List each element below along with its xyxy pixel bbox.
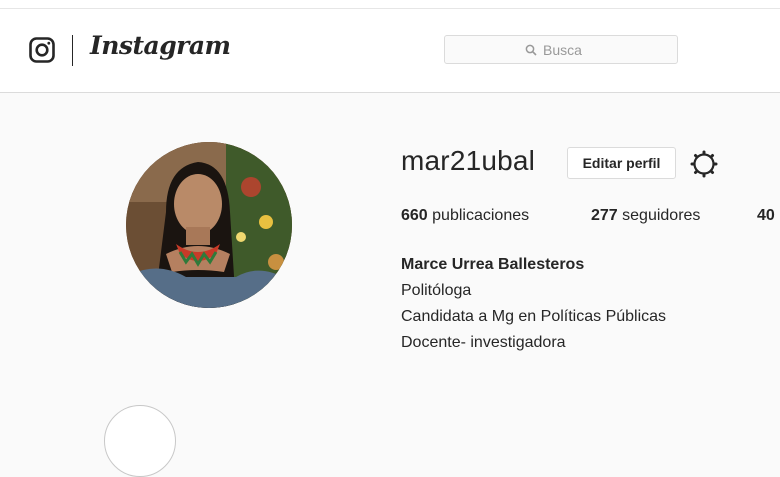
profile-full-name: Marce Urrea Ballesteros: [401, 256, 585, 273]
settings-gear-icon[interactable]: [690, 150, 718, 178]
stat-posts: 660 publicaciones: [401, 207, 529, 225]
followers-count: 277: [591, 207, 618, 224]
search-input[interactable]: Busca: [444, 35, 678, 64]
logo-divider: [72, 35, 73, 66]
bio-line: Candidata a Mg en Políticas Públicas: [401, 308, 667, 325]
stat-followers[interactable]: 277 seguidores: [591, 207, 700, 225]
top-nav-bar: Instagram Busca: [0, 9, 780, 93]
browser-top-strip: [0, 0, 780, 9]
instagram-wordmark[interactable]: Instagram: [90, 31, 231, 60]
posts-count: 660: [401, 207, 428, 224]
profile-photo: [126, 142, 292, 308]
following-count: 40: [757, 207, 775, 224]
search-icon: [525, 44, 537, 56]
bio-line: Docente- investigadora: [401, 334, 566, 351]
search-placeholder: Busca: [543, 42, 582, 58]
profile-bio: Marce Urrea Ballesteros Politóloga Candi…: [401, 252, 666, 356]
profile-avatar[interactable]: [126, 142, 292, 308]
edit-profile-button[interactable]: Editar perfil: [567, 147, 676, 179]
followers-label: seguidores: [622, 207, 701, 224]
profile-username: mar21ubal: [401, 145, 536, 176]
stat-following[interactable]: 40: [757, 207, 775, 225]
bio-line: Politóloga: [401, 282, 472, 299]
story-highlight-avatar[interactable]: [104, 405, 176, 477]
instagram-camera-icon[interactable]: [29, 37, 55, 63]
posts-label: publicaciones: [432, 207, 530, 224]
